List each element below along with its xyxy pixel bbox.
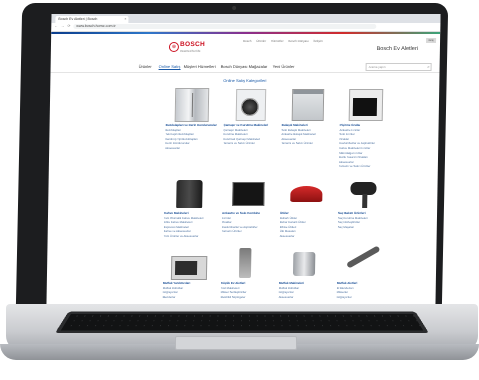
builtin-icon [232, 182, 265, 206]
category-link[interactable]: Saç Maşaları [338, 225, 390, 230]
product-image[interactable] [340, 86, 393, 122]
close-icon[interactable]: × [124, 16, 126, 23]
product-category[interactable]: Buzdolapları ve Derin Dondurucular Buzdol… [165, 86, 218, 151]
nav-arrows-icon[interactable]: ← → ⟳ [54, 24, 71, 28]
logo[interactable]: BOSCH [180, 41, 205, 48]
section-title[interactable]: Online Satış Kategorileri [50, 78, 439, 85]
iron-icon [290, 186, 323, 202]
menu-item-bosch-dunyasi[interactable]: Bosch Dünyası [221, 64, 248, 69]
login-button[interactable]: Giriş [426, 38, 437, 43]
category-link[interactable]: Tüm Ürünler ve Aksesuarlar [164, 234, 216, 239]
address-bar: ← → ⟳ www.bosch-home.com.tr [51, 23, 441, 32]
category-link[interactable]: Doğrayıcılar [337, 295, 389, 300]
search-icon[interactable]: ⌕ [427, 64, 429, 70]
category-links: Tost Makineleri Mikser Sertleştiriciler El… [221, 286, 273, 300]
product-category[interactable]: Bulaşık Makineleri Solo Bulaşık Makineler… [281, 86, 334, 146]
product-category[interactable]: Çamaşır ve Kurutma Makineleri Çamaşır Mak… [223, 86, 276, 146]
tagline: Invented for life [179, 49, 201, 53]
laptop-screen: Bosch Ev Aletleri | Bosch × ← → ⟳ www.bo… [46, 14, 441, 304]
keyboard [55, 311, 429, 334]
product-category[interactable]: Mutfak Yardımcıları Mutfak Robotları Doğra… [163, 244, 216, 299]
menu-item-musteri-hizmetleri[interactable]: Müşteri Hizmetleri [184, 64, 216, 69]
category-links: Ankastre Fırınlar Solo Fırınlar Ocaklar Dav… [339, 128, 392, 169]
site-header: ⊕ BOSCH Invented for life Bosch Ürünler … [51, 34, 440, 62]
category-links: Mutfak Robotları Doğrayıcılar Blenderlar [163, 286, 215, 300]
category-link[interactable]: Blenderlar [163, 295, 215, 300]
category-link[interactable]: Aksesuarlar [280, 234, 332, 239]
brand-name: Bosch Ev Aletleri [376, 46, 418, 52]
top-link[interactable]: İletişim [313, 39, 322, 43]
product-image[interactable] [338, 174, 391, 210]
top-links: Bosch Ürünler Hizmetler Bosch Dünyası İl… [243, 39, 327, 43]
category-link[interactable]: Elektrikli Süpürgeler [221, 295, 273, 300]
washer-icon [235, 89, 267, 121]
product-image[interactable] [222, 174, 275, 210]
oven-icon [348, 89, 384, 121]
product-category[interactable]: Mutfak Aletleri El Blenderları Mikserler Do… [337, 244, 390, 299]
product-image[interactable] [163, 244, 216, 280]
top-link[interactable]: Bosch Dünyası [288, 39, 308, 43]
product-image[interactable] [280, 174, 333, 210]
product-category[interactable]: Küçük Ev Aletleri Tost Makineleri Mikser S… [221, 244, 274, 299]
category-links: Tam Otomatik Kahve Makineleri Filtre Kahv… [164, 216, 216, 239]
product-image[interactable] [224, 86, 277, 122]
main-menu: Ürünler Online Satış Müşteri Hizmetleri … [50, 62, 440, 73]
category-links: Fırınlar Ocaklar Davlumbazlar ve Aspiratör… [222, 216, 274, 234]
menu-item-online-satis[interactable]: Online Satış [158, 64, 181, 70]
category-link[interactable]: Tamamı ve Satıcı Ürünler [223, 141, 275, 146]
browser-tab-bar: Bosch Ev Aletleri | Bosch × [51, 14, 441, 23]
fridge-icon [174, 88, 210, 122]
category-links: Buzdolapları Tek Kapılı Buzdolapları Gardı… [165, 128, 217, 151]
product-category[interactable]: Ankastre ve Solo Kombine Fırınlar Ocaklar D… [222, 174, 275, 234]
menu-item-magazalar[interactable]: Mağazalar [249, 64, 268, 69]
category-link[interactable]: Tamamı ve Satıcı Ürünler [339, 164, 391, 169]
category-links: El Blenderları Mikserler Doğrayıcılar [337, 286, 389, 300]
category-links: Buharlı Ütüler Buhar Kazanlı Ütüler Elbise… [280, 216, 332, 239]
dish-icon [291, 89, 325, 121]
product-image[interactable] [221, 244, 274, 280]
oven-window-icon [352, 98, 378, 116]
category-link[interactable]: Aksesuarlar [165, 146, 217, 151]
trackpad [175, 336, 297, 350]
product-category[interactable]: Saç Bakım Ürünleri Saç Kurutma Makineleri… [338, 174, 391, 229]
category-links: Çamaşır Makineleri Kurutma Makineleri Kuru… [223, 128, 275, 146]
category-links: Mutfak Robotları Doğrayıcılar Aksesuarlar [279, 286, 331, 300]
url-field[interactable]: www.bosch-home.com.tr [73, 24, 377, 29]
vac-icon [238, 248, 252, 278]
menu-item-urunler[interactable]: Ürünler [139, 64, 152, 69]
product-image[interactable] [279, 244, 332, 280]
webcam [232, 6, 237, 10]
washer-door-icon [240, 98, 260, 116]
product-image[interactable] [337, 244, 390, 280]
menu-item-yeni-urunler[interactable]: Yeni Ürünler [273, 64, 295, 69]
blender-icon [346, 245, 381, 269]
product-category[interactable]: Ütüler Buharlı Ütüler Buhar Kazanlı Ütüler… [280, 174, 333, 239]
search-input[interactable]: Arama yapın ⌕ [365, 63, 432, 71]
dryer-icon [350, 182, 377, 195]
mixer-icon [292, 252, 316, 276]
product-category[interactable]: Pişirme Grubu Ankastre Fırınlar Solo Fırın… [339, 86, 392, 169]
top-link[interactable]: Ürünler [256, 39, 266, 43]
category-links: Saç Kurutma Makineleri Saç Düzleştiricile… [338, 216, 390, 230]
search-placeholder: Arama yapın [368, 65, 386, 69]
top-link[interactable]: Hizmetler [271, 39, 284, 43]
category-link[interactable]: Tamamı Ürünler [222, 229, 274, 234]
micro-icon [170, 256, 208, 280]
product-category[interactable]: Mutfak Makineleri Mutfak Robotları Doğrayı… [279, 244, 332, 299]
top-link[interactable]: Bosch [243, 39, 251, 43]
category-link[interactable]: Aksesuarlar [279, 295, 331, 300]
product-image[interactable] [164, 174, 217, 210]
category-links: Solo Bulaşık Makineleri Ankastre Bulaşık … [281, 128, 333, 146]
browser-tab[interactable]: Bosch Ev Aletleri | Bosch × [55, 16, 129, 23]
bosch-logo-icon[interactable]: ⊕ [168, 42, 180, 52]
product-image[interactable] [166, 86, 219, 122]
coffee-icon [176, 180, 203, 208]
product-image[interactable] [282, 86, 335, 122]
category-link[interactable]: Tamamı ve Satıcı Ürünler [281, 141, 333, 146]
product-category[interactable]: Kahve Makineleri Tam Otomatik Kahve Makin… [164, 174, 217, 239]
tab-title: Bosch Ev Aletleri | Bosch [58, 17, 98, 21]
